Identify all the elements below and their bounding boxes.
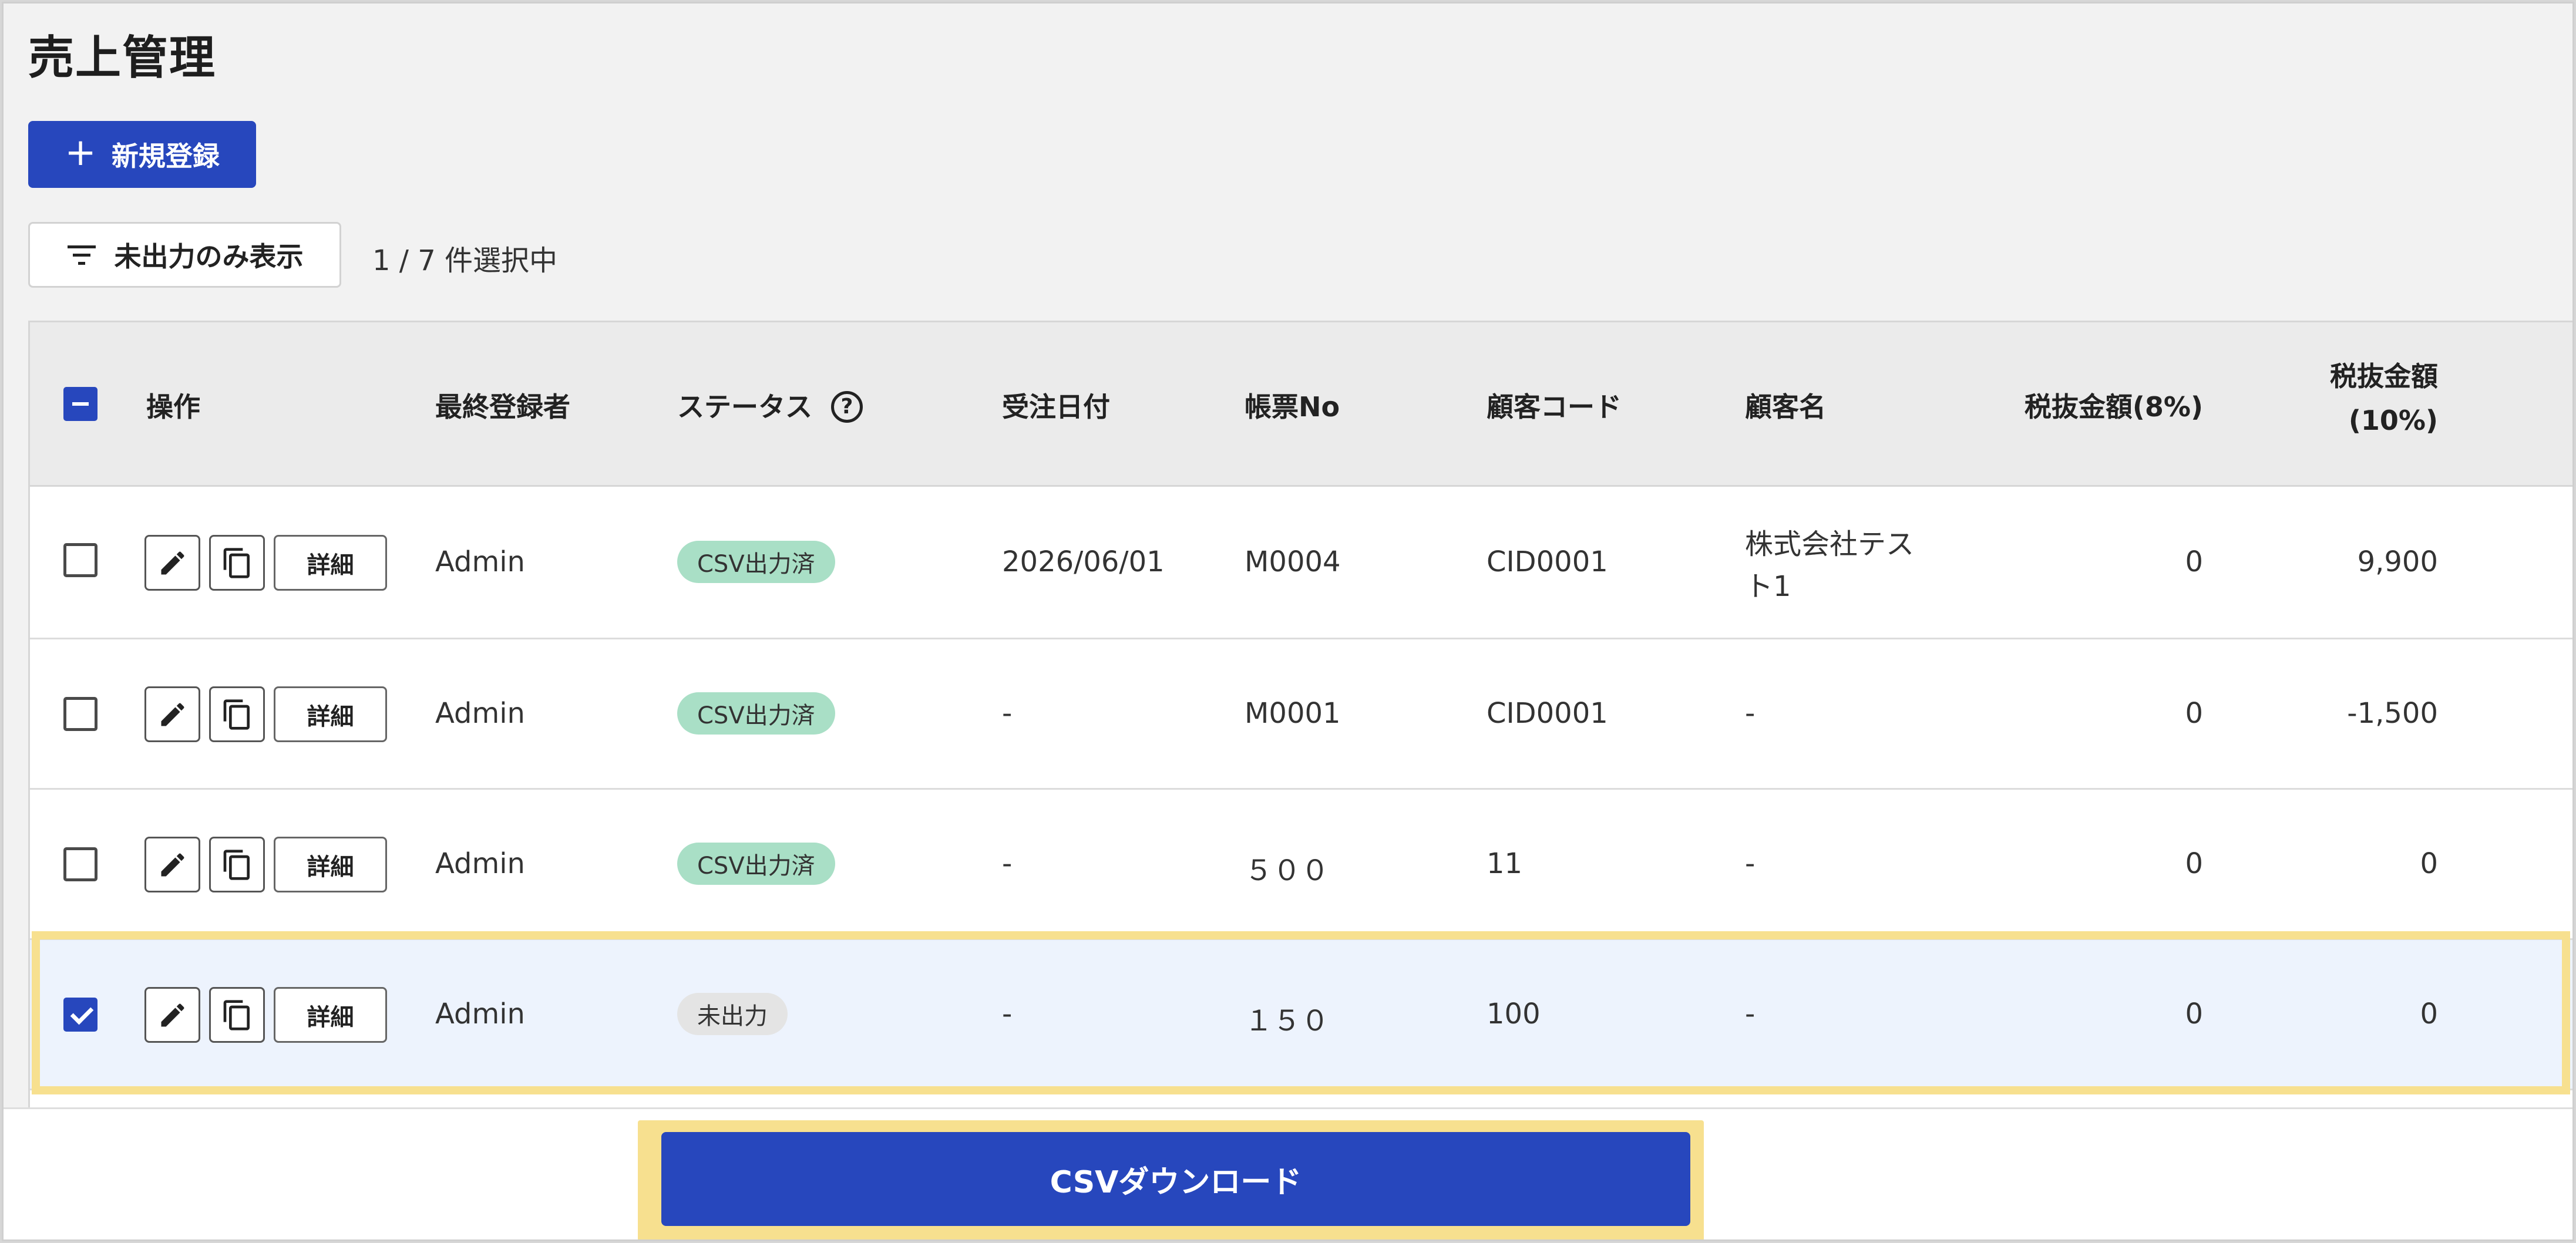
new-registration-button[interactable]: + 新規登録 (28, 121, 256, 188)
table-row-selected: 詳細 Admin 未出力 - １５０ 100 - 0 0 (30, 940, 2572, 1090)
amount-10-cell: -1,500 (2347, 697, 2438, 730)
filter-icon (67, 245, 96, 265)
order-date-cell: 2026/06/01 (1002, 545, 1165, 578)
row-checkbox[interactable] (63, 998, 97, 1032)
detail-button[interactable]: 詳細 (274, 987, 387, 1043)
form-no-cell: M0004 (1245, 545, 1341, 578)
header-customer-name: 顧客名 (1745, 391, 1826, 423)
copy-icon (223, 849, 250, 880)
app-frame: 売上管理 + 新規登録 未出力のみ表示 1 / 7 件選択中 操作 最終登録者 … (2, 2, 2574, 1241)
header-status: ステータス? (677, 386, 863, 425)
amount-8-cell: 0 (2185, 697, 2203, 730)
edit-button[interactable] (144, 837, 200, 892)
copy-icon (223, 547, 250, 578)
header-amount-10-line2: (10%) (2348, 405, 2438, 436)
edit-button[interactable] (144, 535, 200, 591)
amount-10-cell: 9,900 (2357, 545, 2438, 578)
sales-table: 操作 最終登録者 ステータス? 受注日付 帳票No 顧客コード 顧客名 税抜金額… (28, 321, 2572, 1113)
registrant-cell: Admin (435, 545, 525, 578)
help-icon[interactable]: ? (831, 390, 863, 423)
header-amount-10-line1: 税抜金額 (2330, 361, 2438, 392)
order-date-cell: - (1002, 847, 1013, 880)
customer-code-cell: 100 (1487, 998, 1541, 1030)
selection-count: 1 / 7 件選択中 (372, 244, 558, 277)
copy-button[interactable] (209, 535, 265, 591)
header-form-no: 帳票No (1245, 391, 1340, 423)
csv-download-button[interactable]: CSVダウンロード (661, 1132, 1690, 1226)
order-date-cell: - (1002, 998, 1013, 1030)
detail-button[interactable]: 詳細 (274, 686, 387, 742)
header-status-label: ステータス (677, 391, 812, 423)
copy-icon (223, 999, 250, 1030)
row-checkbox[interactable] (63, 543, 97, 577)
table-row: 詳細 Admin CSV出力済 - ５００ 11 - 0 0 (30, 790, 2572, 940)
pencil-icon (161, 702, 184, 726)
registrant-cell: Admin (435, 697, 525, 730)
copy-button[interactable] (209, 987, 265, 1043)
table-row: 詳細 Admin CSV出力済 2026/06/01 M0004 CID0001… (30, 487, 2572, 639)
customer-code-cell: 11 (1487, 847, 1523, 880)
header-order-date: 受注日付 (1002, 391, 1110, 423)
amount-8-cell: 0 (2185, 545, 2203, 578)
row-checkbox[interactable] (63, 847, 97, 881)
pencil-icon (161, 1003, 184, 1026)
copy-button[interactable] (209, 837, 265, 892)
header-amount-8: 税抜金額(8%) (2024, 391, 2203, 423)
registrant-cell: Admin (435, 998, 525, 1030)
customer-code-cell: CID0001 (1487, 697, 1608, 730)
header-customer-code: 顧客コード (1487, 391, 1622, 423)
status-badge: CSV出力済 (677, 541, 835, 583)
select-all-checkbox[interactable] (63, 387, 97, 421)
header-last-registrant: 最終登録者 (435, 391, 570, 423)
edit-button[interactable] (144, 987, 200, 1043)
status-badge: CSV出力済 (677, 843, 835, 885)
copy-icon (223, 699, 250, 730)
amount-8-cell: 0 (2185, 847, 2203, 880)
pencil-icon (161, 853, 184, 876)
page-title: 売上管理 (28, 32, 217, 85)
amount-10-cell: 0 (2420, 998, 2438, 1030)
amount-10-cell: 0 (2420, 847, 2438, 880)
copy-button[interactable] (209, 686, 265, 742)
row-checkbox[interactable] (63, 697, 97, 731)
filter-label: 未出力のみ表示 (114, 241, 304, 272)
plus-icon: + (65, 131, 96, 174)
registrant-cell: Admin (435, 847, 525, 880)
edit-button[interactable] (144, 686, 200, 742)
form-no-cell: ５００ (1245, 854, 1330, 887)
form-no-cell: M0001 (1245, 697, 1341, 730)
header-operation: 操作 (146, 391, 200, 423)
customer-name-line2: ト1 (1745, 570, 1791, 603)
form-no-cell: １５０ (1245, 1005, 1330, 1037)
customer-name-cell: - (1745, 998, 1756, 1030)
detail-button[interactable]: 詳細 (274, 535, 387, 591)
customer-name-line1: 株式会社テス (1745, 528, 1915, 561)
table-header: 操作 最終登録者 ステータス? 受注日付 帳票No 顧客コード 顧客名 税抜金額… (30, 322, 2572, 487)
status-badge: 未出力 (677, 993, 788, 1035)
customer-name-cell: - (1745, 847, 1756, 880)
order-date-cell: - (1002, 697, 1013, 730)
amount-8-cell: 0 (2185, 998, 2203, 1030)
pencil-icon (161, 551, 184, 574)
detail-button[interactable]: 詳細 (274, 837, 387, 892)
new-registration-label: 新規登録 (111, 140, 220, 172)
table-row: 詳細 Admin CSV出力済 - M0001 CID0001 - 0 -1,5… (30, 639, 2572, 790)
unexported-filter-button[interactable]: 未出力のみ表示 (28, 222, 341, 288)
customer-name-cell: - (1745, 697, 1756, 730)
customer-code-cell: CID0001 (1487, 545, 1608, 578)
status-badge: CSV出力済 (677, 692, 835, 735)
